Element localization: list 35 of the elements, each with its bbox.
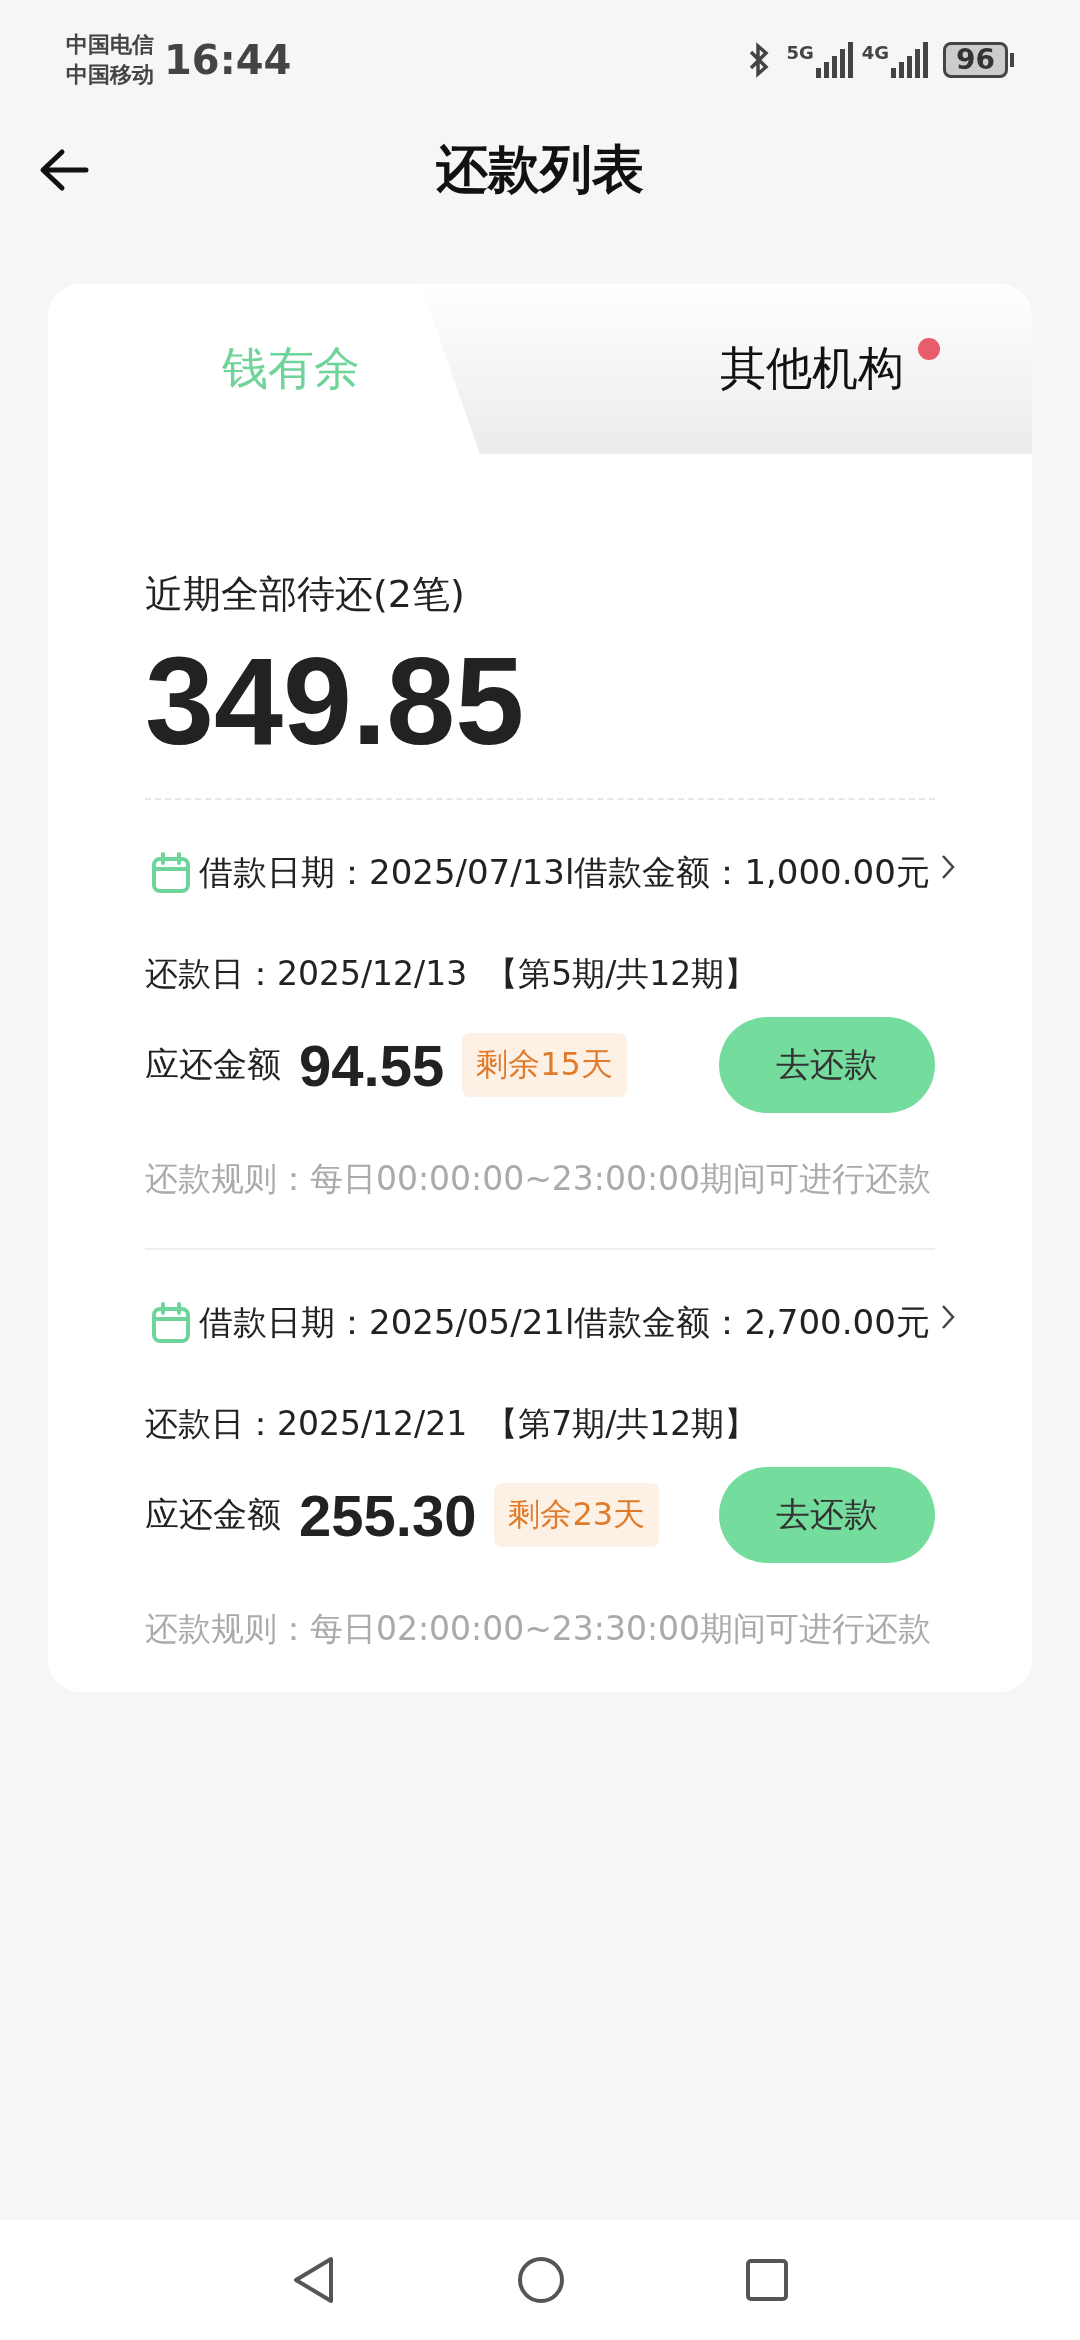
- amount-due: 255.30: [299, 1481, 477, 1549]
- loan-info[interactable]: 借款日期：2025/07/13l借款金额：1,000.00元: [199, 850, 930, 896]
- page-title: 还款列表: [436, 138, 644, 201]
- installment-period: 【第5期/共12期】: [485, 953, 758, 995]
- loan-info[interactable]: 借款日期：2025/05/21l借款金额：2,700.00元: [199, 1300, 930, 1346]
- carrier-name: 中国移动: [66, 61, 154, 89]
- battery-indicator: 96: [943, 42, 1008, 78]
- due-date: 还款日：2025/12/13: [145, 953, 468, 995]
- network-type: 5G: [786, 42, 814, 63]
- installment-period: 【第7期/共12期】: [485, 1403, 758, 1445]
- calendar-icon: [151, 852, 191, 894]
- total-amount: 349.85: [145, 631, 526, 772]
- status-time: 16:44: [164, 37, 292, 83]
- repay-button[interactable]: 去还款: [719, 1467, 935, 1563]
- amount-label: 应还金额: [145, 1043, 281, 1086]
- repayment-rule: 还款规则：每日00:00:00~23:00:00期间可进行还款: [145, 1158, 933, 1200]
- days-remaining-tag: 剩余23天: [494, 1483, 660, 1547]
- summary-label: 近期全部待还(2笔): [145, 571, 466, 618]
- chevron-right-icon[interactable]: [939, 853, 956, 881]
- signal-icon: [813, 42, 854, 78]
- repayment-rule: 还款规则：每日02:00:00~23:30:00期间可进行还款: [145, 1608, 933, 1650]
- amount-due: 94.55: [299, 1031, 445, 1099]
- due-date: 还款日：2025/12/21: [145, 1403, 468, 1445]
- network-type: 4G: [861, 42, 890, 63]
- bluetooth-icon: [748, 42, 771, 78]
- carrier-name: 中国电信: [66, 31, 154, 59]
- amount-label: 应还金额: [145, 1493, 281, 1536]
- back-arrow-icon[interactable]: [38, 148, 90, 192]
- recents-icon[interactable]: [745, 2258, 789, 2302]
- calendar-icon: [151, 1302, 191, 1344]
- chevron-right-icon[interactable]: [939, 1303, 956, 1331]
- days-remaining-tag: 剩余15天: [462, 1033, 627, 1097]
- repay-button[interactable]: 去还款: [719, 1017, 935, 1113]
- signal-icon: [889, 42, 930, 78]
- home-icon[interactable]: [517, 2256, 565, 2304]
